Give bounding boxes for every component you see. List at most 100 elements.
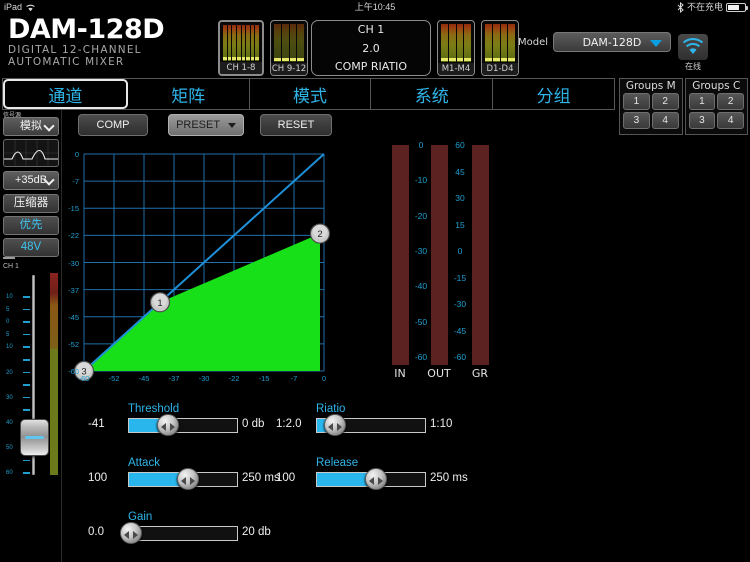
meter-scale-gr: 60 45 30 15 0 -15 -30 -45 -60 bbox=[448, 140, 472, 365]
slider-knob[interactable] bbox=[156, 414, 179, 436]
fader-scale-tick bbox=[6, 381, 30, 389]
chevron-down-icon bbox=[45, 176, 53, 184]
tick-mark-icon bbox=[23, 396, 30, 399]
channel-sidebar: 信号源 模拟 +35dB 压缩器 优先 48V CH 1 10 5 0 5 10… bbox=[0, 110, 62, 562]
model-dropdown[interactable]: DAM-128D bbox=[553, 32, 671, 52]
chart-node-label: 1 bbox=[157, 298, 162, 309]
compressor-curve-chart[interactable]: 123 0 -7 -15 -22 -30 -37 -45 -52 -60 -60 -52 -45 -3… bbox=[68, 145, 332, 385]
meter-scale-label: 15 bbox=[455, 219, 465, 230]
groups-c-button-3[interactable]: 3 bbox=[688, 112, 716, 129]
chart-x-tick-label: -37 bbox=[168, 374, 180, 383]
groups-m-button-3[interactable]: 3 bbox=[623, 112, 650, 129]
compressor-button[interactable]: 压缩器 bbox=[3, 194, 59, 213]
tick-mark-icon bbox=[23, 459, 30, 462]
input-gain-dropdown[interactable]: +35dB bbox=[3, 171, 59, 190]
groups-m-button-1[interactable]: 1 bbox=[623, 93, 650, 110]
meter-bar-gr bbox=[472, 145, 489, 365]
meter-scale-label: -15 bbox=[453, 272, 467, 283]
meter-scale-label: 45 bbox=[455, 166, 465, 177]
tab-group[interactable]: 分组 bbox=[493, 79, 614, 109]
fader-knob[interactable] bbox=[20, 419, 49, 456]
fader-scale-tick: 0 bbox=[6, 318, 30, 326]
meter-group-label: CH 9-12 bbox=[271, 63, 307, 75]
preset-dropdown[interactable]: PRESET bbox=[168, 114, 244, 136]
tick-mark-icon bbox=[23, 359, 30, 361]
tab-system[interactable]: 系统 bbox=[371, 79, 494, 109]
meter-group-ch1-8[interactable]: CH 1-8 bbox=[218, 20, 264, 76]
status-right: 不在充电 bbox=[677, 0, 748, 14]
fader-scale-label: 50 bbox=[6, 445, 13, 452]
signal-source-dropdown[interactable]: 模拟 bbox=[3, 117, 59, 136]
chart-x-tick-label: -15 bbox=[258, 374, 270, 383]
tab-mode[interactable]: 模式 bbox=[249, 79, 372, 109]
preset-label: PRESET bbox=[176, 119, 220, 131]
eq-curve-thumbnail[interactable] bbox=[3, 139, 59, 167]
groups-panel: Groups M 1 2 3 4 Groups C 1 2 3 4 bbox=[619, 78, 748, 135]
meter-bars bbox=[438, 24, 474, 62]
app-header: DAM-128D DIGITAL 12-CHANNEL AUTOMATIC MI… bbox=[0, 14, 750, 76]
fader-scale-tick: 10 bbox=[6, 343, 30, 351]
main-tab-bar: 通道 矩阵 模式 系统 分组 bbox=[2, 78, 615, 110]
comp-button[interactable]: COMP bbox=[78, 114, 148, 136]
tick-mark-icon bbox=[23, 296, 30, 298]
model-value: DAM-128D bbox=[582, 36, 642, 49]
meter-group-m1-m4[interactable]: M1-M4 bbox=[437, 20, 475, 76]
reset-button[interactable]: RESET bbox=[260, 114, 332, 136]
meter-group-label: M1-M4 bbox=[438, 63, 474, 75]
display-line-value: 2.0 bbox=[362, 41, 380, 55]
groups-c-button-4[interactable]: 4 bbox=[717, 112, 744, 129]
slider-max-value: 0 db bbox=[242, 418, 265, 430]
chart-node-handle-2[interactable]: 2 bbox=[309, 223, 331, 244]
brand-title: DAM-128D bbox=[8, 14, 165, 45]
tick-mark-icon bbox=[23, 472, 30, 474]
groups-c-grid: 1 2 3 4 bbox=[688, 93, 746, 130]
chart-x-tick-label: 0 bbox=[321, 374, 327, 383]
chart-y-tick-label: -7 bbox=[72, 177, 79, 187]
chart-compression-area bbox=[84, 233, 320, 371]
meter-scale-label: -60 bbox=[453, 352, 467, 362]
meter-dots bbox=[441, 58, 471, 62]
fader-scale-tick bbox=[6, 457, 30, 465]
online-label: 在线 bbox=[685, 62, 701, 71]
fader-scale-label: 60 bbox=[6, 470, 13, 477]
chevron-down-icon bbox=[45, 122, 53, 130]
chart-x-tick-label: -52 bbox=[108, 374, 120, 383]
groups-c-button-1[interactable]: 1 bbox=[688, 93, 716, 110]
slider-label: Release bbox=[316, 457, 359, 469]
meter-scale-label: -60 bbox=[414, 352, 428, 362]
groups-m-button-2[interactable]: 2 bbox=[651, 93, 679, 110]
chart-y-tick-label: -22 bbox=[68, 231, 79, 241]
chart-y-tick-label: -15 bbox=[68, 204, 79, 214]
online-status-button[interactable] bbox=[678, 34, 708, 60]
slider-track[interactable] bbox=[128, 418, 238, 433]
fader-scale-tick bbox=[6, 356, 30, 364]
chart-y-tick-label: -30 bbox=[68, 258, 79, 268]
fader-scale-label: 0 bbox=[6, 319, 10, 326]
tick-mark-icon bbox=[23, 371, 30, 374]
chart-node-handle-1[interactable]: 1 bbox=[149, 292, 171, 313]
slider-max-value: 250 ms bbox=[242, 472, 280, 484]
chart-x-tick-label: -22 bbox=[228, 374, 240, 383]
slider-knob[interactable] bbox=[120, 522, 143, 544]
meter-dots bbox=[223, 57, 259, 61]
brand-subtitle-2: AUTOMATIC MIXER bbox=[8, 56, 125, 68]
phantom-48v-button[interactable]: 48V bbox=[3, 238, 59, 257]
divider bbox=[3, 257, 15, 259]
meter-scale-label: 0 bbox=[418, 140, 424, 150]
meter-group-d1-d4[interactable]: D1-D4 bbox=[481, 20, 519, 76]
slider-min-value: 100 bbox=[88, 472, 108, 484]
groups-m-button-4[interactable]: 4 bbox=[651, 112, 679, 129]
slider-track[interactable] bbox=[128, 526, 238, 541]
meter-group-ch9-12[interactable]: CH 9-12 bbox=[270, 20, 308, 76]
fader-scale-label: 30 bbox=[6, 394, 13, 401]
tab-matrix[interactable]: 矩阵 bbox=[127, 79, 250, 109]
chart-canvas: 123 bbox=[73, 153, 331, 382]
priority-button[interactable]: 优先 bbox=[3, 216, 59, 235]
tick-mark-icon bbox=[23, 346, 30, 348]
tick-mark-icon bbox=[23, 308, 30, 311]
tab-channel[interactable]: 通道 bbox=[3, 79, 128, 109]
chevron-down-icon bbox=[227, 122, 236, 128]
groups-c-button-2[interactable]: 2 bbox=[717, 93, 744, 110]
fader-scale-tick: 5 bbox=[6, 306, 30, 314]
fader-scale-label: 10 bbox=[6, 344, 13, 351]
